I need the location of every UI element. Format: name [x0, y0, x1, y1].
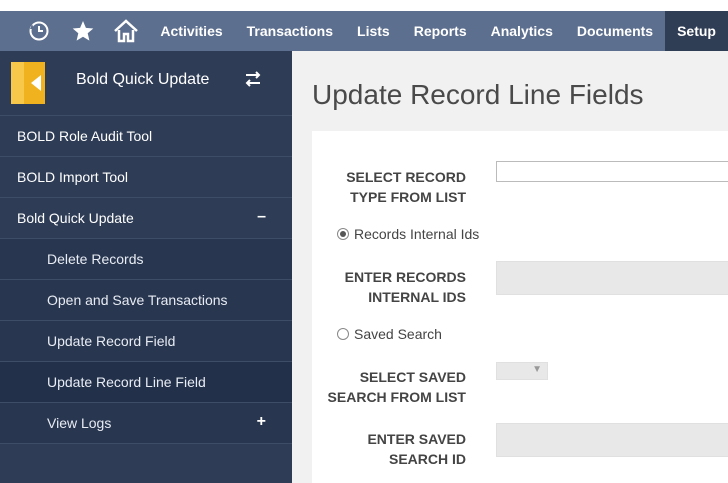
home-icon[interactable]	[105, 11, 149, 51]
sidebar-item-label: Open and Save Transactions	[47, 292, 228, 308]
sidebar: Bold Quick Update BOLD Role Audit Tool B…	[0, 51, 292, 483]
select-saved-search-label: SELECT SAVED SEARCH FROM LIST	[312, 367, 466, 407]
sidebar-item-role-audit-tool[interactable]: BOLD Role Audit Tool	[0, 115, 292, 156]
enter-saved-search-id-label: ENTER SAVED SEARCH ID	[312, 429, 466, 469]
radio-button[interactable]	[337, 228, 349, 240]
logo-bar	[11, 62, 24, 104]
star-icon[interactable]	[61, 11, 105, 51]
collapse-toggle[interactable]: –	[257, 208, 266, 226]
radio-label: Saved Search	[354, 326, 442, 342]
sidebar-item-label: BOLD Role Audit Tool	[17, 128, 153, 144]
records-internal-ids-input[interactable]	[496, 261, 728, 295]
sidebar-item-delete-records[interactable]: Delete Records	[0, 238, 292, 279]
app-logo	[11, 62, 45, 104]
sidebar-item-label: Update Record Field	[47, 333, 176, 349]
sidebar-item-import-tool[interactable]: BOLD Import Tool	[0, 156, 292, 197]
swap-icon[interactable]	[243, 69, 263, 89]
saved-search-id-input[interactable]	[496, 423, 728, 457]
sidebar-footer	[0, 443, 292, 483]
label-line: TYPE FROM LIST	[350, 189, 466, 205]
sidebar-item-update-record-field[interactable]: Update Record Field	[0, 320, 292, 361]
page-title: Update Record Line Fields	[312, 79, 644, 110]
sidebar-item-bold-quick-update[interactable]: Bold Quick Update –	[0, 197, 292, 238]
nav-analytics[interactable]: Analytics	[479, 11, 565, 51]
radio-saved-search[interactable]: Saved Search	[337, 326, 442, 342]
main-content: Update Record Line Fields SELECT RECORD …	[292, 51, 728, 483]
sidebar-item-label: Delete Records	[47, 251, 144, 267]
nav-reports[interactable]: Reports	[402, 11, 479, 51]
expand-toggle[interactable]: +	[257, 413, 266, 431]
label-line: SELECT RECORD	[346, 169, 466, 185]
sidebar-title: Bold Quick Update	[76, 71, 210, 88]
top-navigation: Activities Transactions Lists Reports An…	[0, 11, 728, 51]
top-strip	[0, 0, 728, 11]
chevron-down-icon: ▼	[532, 364, 542, 375]
sidebar-item-open-save-transactions[interactable]: Open and Save Transactions	[0, 279, 292, 320]
nav-lists[interactable]: Lists	[345, 11, 402, 51]
label-line: INTERNAL IDS	[368, 289, 466, 305]
enter-records-ids-label: ENTER RECORDS INTERNAL IDS	[312, 267, 466, 307]
logo-arrow	[31, 75, 41, 91]
nav-transactions[interactable]: Transactions	[235, 11, 345, 51]
sidebar-item-label: Update Record Line Field	[47, 374, 206, 390]
sidebar-header: Bold Quick Update	[0, 51, 292, 115]
select-record-type-label: SELECT RECORD TYPE FROM LIST	[312, 167, 466, 207]
label-line: SEARCH ID	[388, 451, 466, 467]
nav-setup[interactable]: Setup	[665, 11, 728, 51]
sidebar-item-label: BOLD Import Tool	[17, 169, 129, 185]
label-line: SELECT SAVED	[359, 369, 466, 385]
label-line: ENTER SAVED	[367, 431, 466, 447]
nav-documents[interactable]: Documents	[565, 11, 665, 51]
sidebar-item-view-logs[interactable]: View Logs +	[0, 402, 292, 443]
record-type-select[interactable]	[496, 161, 728, 182]
nav-activities[interactable]: Activities	[148, 11, 234, 51]
radio-records-internal-ids[interactable]: Records Internal Ids	[337, 226, 479, 242]
form-panel: SELECT RECORD TYPE FROM LIST Records Int…	[312, 131, 728, 483]
radio-button[interactable]	[337, 328, 349, 340]
label-line: SEARCH FROM LIST	[327, 389, 466, 405]
label-line: ENTER RECORDS	[344, 269, 466, 285]
saved-search-select[interactable]: ▼	[496, 362, 548, 380]
radio-label: Records Internal Ids	[354, 226, 480, 242]
sidebar-item-label: View Logs	[47, 415, 112, 431]
sidebar-item-label: Bold Quick Update	[17, 210, 134, 226]
recent-icon[interactable]	[17, 11, 61, 51]
sidebar-item-update-record-line-field[interactable]: Update Record Line Field	[0, 361, 292, 402]
sidebar-menu: BOLD Role Audit Tool BOLD Import Tool Bo…	[0, 115, 292, 443]
